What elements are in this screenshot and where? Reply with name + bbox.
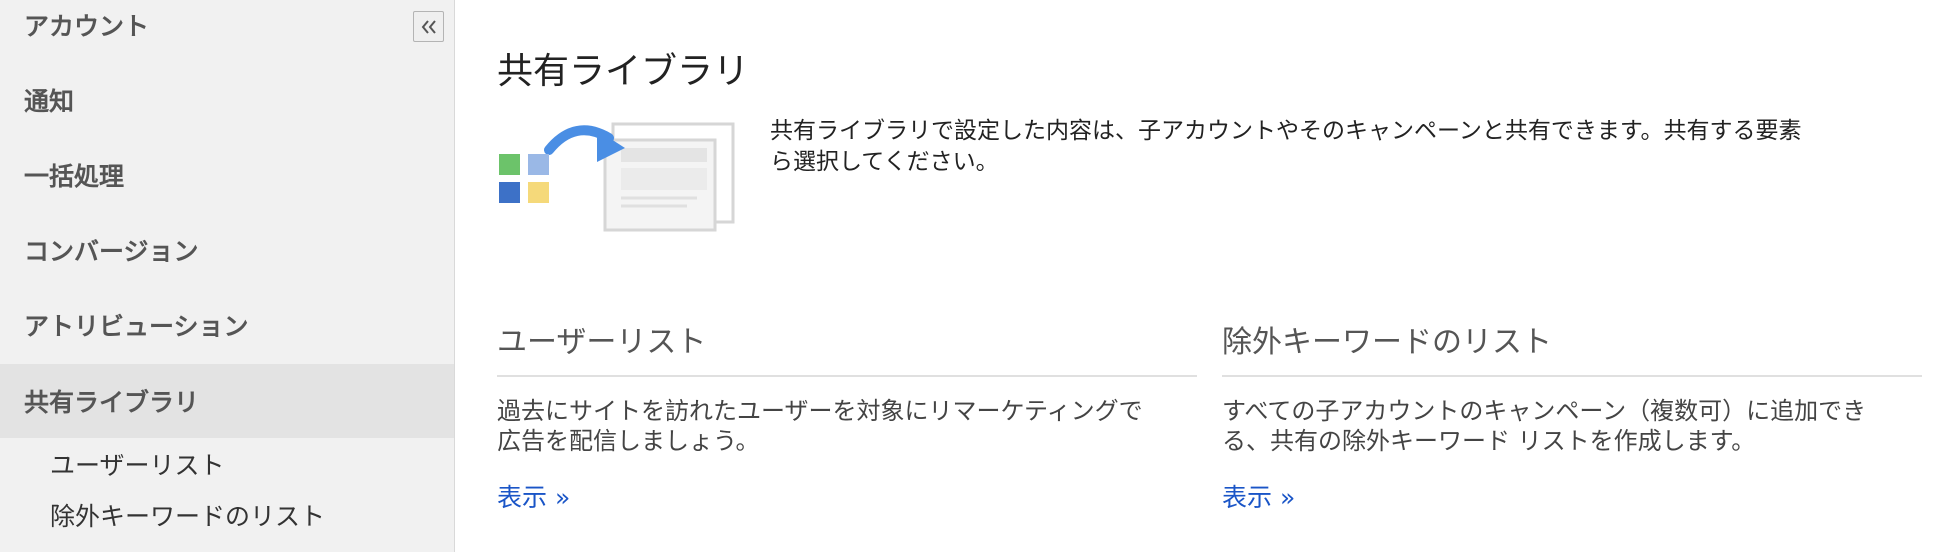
intro-line: 共有ライブラリで設定した内容は、子アカウントやそのキャンペーンと共有できます。共… xyxy=(770,118,1802,144)
sidebar-item-label: 通知 xyxy=(24,87,75,116)
sidebar-item-label: 共有ライブラリ xyxy=(24,388,200,417)
sidebar-subitem-user-lists[interactable]: ユーザーリスト xyxy=(50,446,225,482)
card-title-negative-keyword-lists: 除外キーワードのリスト xyxy=(1222,325,1552,360)
collapse-sidebar-button[interactable] xyxy=(413,11,444,42)
sidebar-item-label: アトリビューション xyxy=(24,312,249,341)
card-description-line: すべての子アカウントのキャンペーン（複数可）に追加でき xyxy=(1222,397,1867,425)
card-description-negative-keyword-lists: すべての子アカウントのキャンペーン（複数可）に追加でき る、共有の除外キーワード… xyxy=(1222,396,1866,456)
sidebar-item-account[interactable]: アカウント xyxy=(0,0,454,62)
card-description-line: 広告を配信しましょう。 xyxy=(497,427,760,455)
sidebar-item-label: コンバージョン xyxy=(24,237,199,266)
page-title: 共有ライブラリ xyxy=(497,51,750,92)
card-title-user-lists: ユーザーリスト xyxy=(497,325,707,360)
sidebar-subitem-negative-keyword-lists[interactable]: 除外キーワードのリスト xyxy=(50,497,325,533)
intro-description: 共有ライブラリで設定した内容は、子アカウントやそのキャンペーンと共有できます。共… xyxy=(770,116,1936,178)
card-description-user-lists: 過去にサイトを訪れたユーザーを対象にリマーケティングで 広告を配信しましょう。 xyxy=(497,396,1143,456)
intro-line: ら選択してください。 xyxy=(770,149,999,175)
sidebar-subitem-label: ユーザーリスト xyxy=(50,451,225,480)
sidebar-item-label: アカウント xyxy=(24,12,150,41)
sidebar-item-bulk-operations[interactable]: 一括処理 xyxy=(0,138,454,212)
sidebar-item-attribution[interactable]: アトリビューション xyxy=(0,288,454,362)
card-description-line: る、共有の除外キーワード リストを作成します。 xyxy=(1222,427,1756,455)
card-divider xyxy=(497,375,1197,377)
card-description-line: 過去にサイトを訪れたユーザーを対象にリマーケティングで xyxy=(497,397,1143,425)
view-user-lists-link[interactable]: 表示 » xyxy=(497,478,570,514)
sidebar: アカウント 通知 一括処理 コンバージョン アトリビューション 共有ライブラリ … xyxy=(0,0,455,552)
card-divider xyxy=(1222,375,1922,377)
sidebar-item-label: 一括処理 xyxy=(24,162,125,191)
view-negative-keyword-lists-link[interactable]: 表示 » xyxy=(1222,478,1295,514)
double-chevron-left-icon xyxy=(421,19,436,34)
sidebar-item-notifications[interactable]: 通知 xyxy=(0,63,454,137)
sidebar-item-shared-library[interactable]: 共有ライブラリ xyxy=(0,364,454,438)
sidebar-item-conversions[interactable]: コンバージョン xyxy=(0,213,454,287)
sidebar-subitem-label: 除外キーワードのリスト xyxy=(50,502,326,531)
shared-library-illustration xyxy=(499,122,735,232)
